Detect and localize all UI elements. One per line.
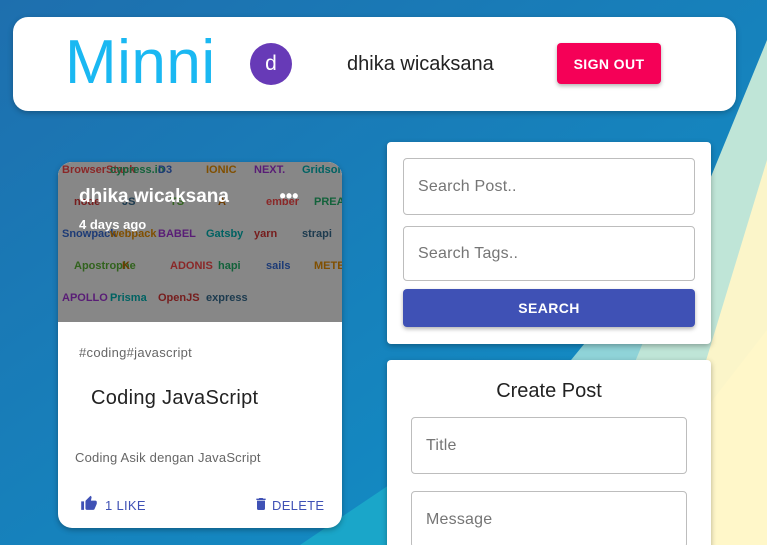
thumb-up-icon [80,495,98,515]
trash-icon [253,495,269,516]
app-bar: Minni d dhika wicaksana SIGN OUT [13,17,736,111]
avatar: d [250,43,292,85]
post-time: 4 days ago [79,217,147,232]
create-post-panel: Create Post Title Message [387,360,711,545]
post-title: Coding JavaScript [91,387,259,409]
search-tags-input[interactable]: Search Tags.. [403,226,695,281]
message-input[interactable]: Message [411,491,687,545]
delete-button[interactable]: DELETE [253,495,324,515]
delete-label: DELETE [272,497,325,513]
search-button[interactable]: SEARCH [403,289,695,327]
post-message: Coding Asik dengan JavaScript [75,450,261,465]
like-label: 1 LIKE [105,497,146,513]
title-input[interactable]: Title [411,417,687,474]
search-panel: Search Post.. Search Tags.. SEARCH [387,142,711,344]
more-horiz-icon[interactable]: ••• [272,186,306,210]
username: dhika wicaksana [347,53,494,75]
post-author: dhika wicaksana [79,186,229,207]
post-card: BrowserStack cypress.io D3 IONIC NEXT. Gridso… [58,162,342,528]
like-button[interactable]: 1 LIKE [80,495,146,515]
post-tags: #coding#javascript [79,345,193,360]
brand-logo[interactable]: Minni [65,27,216,99]
post-image: BrowserStack cypress.io D3 IONIC NEXT. Gridso… [58,162,342,322]
sign-out-button[interactable]: SIGN OUT [557,43,661,84]
create-post-heading: Create Post [496,380,602,402]
search-post-input[interactable]: Search Post.. [403,158,695,215]
